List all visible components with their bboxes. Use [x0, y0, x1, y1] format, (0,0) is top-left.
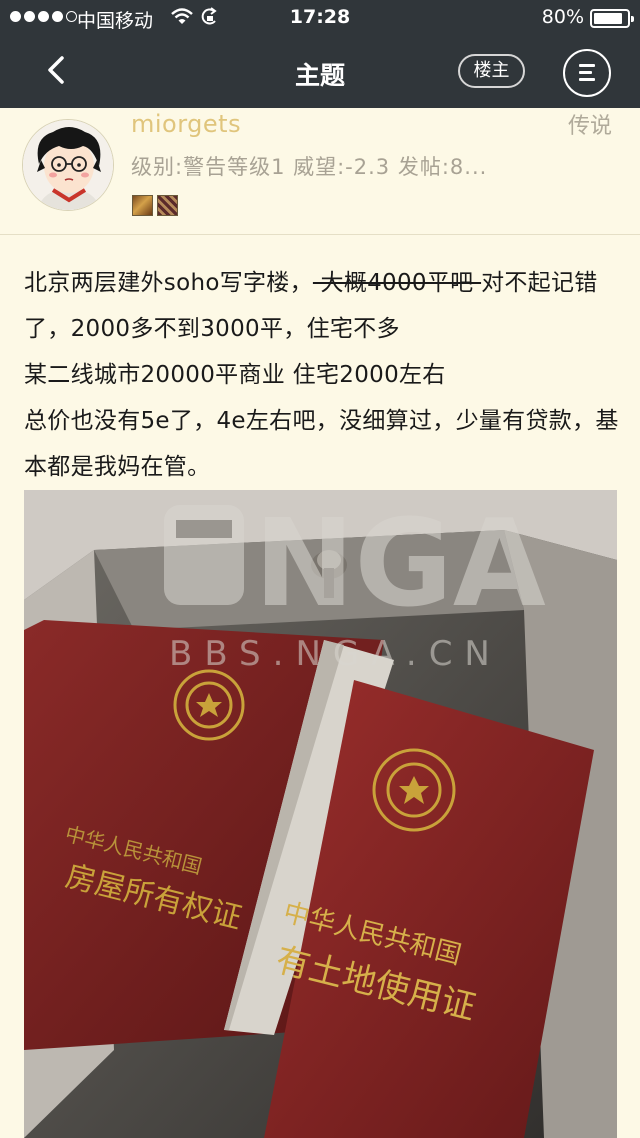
- user-rank: 传说: [567, 114, 612, 139]
- page-title: 主题: [294, 61, 345, 90]
- post-content: 北京两层建外soho写字楼， 大概4000平吧 对不起记错了，2000多不到30…: [24, 260, 620, 490]
- menu-button[interactable]: [563, 49, 611, 97]
- post-image[interactable]: 中华人民共和国 房屋所有权证 中华人民共和国 有土地使用证 NGA BBS.NG…: [24, 490, 617, 1138]
- post-text: 北京两层建外soho写字楼，: [24, 270, 313, 296]
- avatar[interactable]: [22, 119, 114, 211]
- post-text: 某二线城市20000平商业 住宅2000左右: [24, 362, 446, 388]
- nga-paw-logo-icon: [164, 505, 244, 605]
- watermark-url: BBS.NGA.CN: [169, 634, 502, 674]
- avatar-cartoon-icon: [23, 120, 113, 210]
- username[interactable]: miorgets: [131, 110, 241, 138]
- medal-icon: [132, 195, 153, 216]
- user-meta: 级别:警告等级1 威望:-2.3 发帖:8...: [131, 155, 488, 179]
- nav-bar: 主题 楼主: [0, 36, 640, 108]
- badge-list: [132, 195, 178, 216]
- post-author-header: miorgets 传说 级别:警告等级1 威望:-2.3 发帖:8...: [0, 108, 640, 235]
- battery-percent: 80%: [541, 6, 584, 28]
- struck-text: 大概4000平吧: [312, 270, 482, 296]
- post-text: 总价也没有5e了，4e左右吧，没细算过，少量有贷款，基本都是我妈在管。: [24, 408, 619, 480]
- battery-icon: [590, 9, 634, 28]
- medal-icon: [157, 195, 178, 216]
- menu-icon: [579, 64, 595, 67]
- status-bar: 中国移动 17:28 80%: [0, 0, 640, 36]
- op-only-button[interactable]: 楼主: [458, 54, 525, 88]
- watermark-logo: NGA: [254, 495, 546, 634]
- top-bar: 中国移动 17:28 80% 主题 楼主: [0, 0, 640, 108]
